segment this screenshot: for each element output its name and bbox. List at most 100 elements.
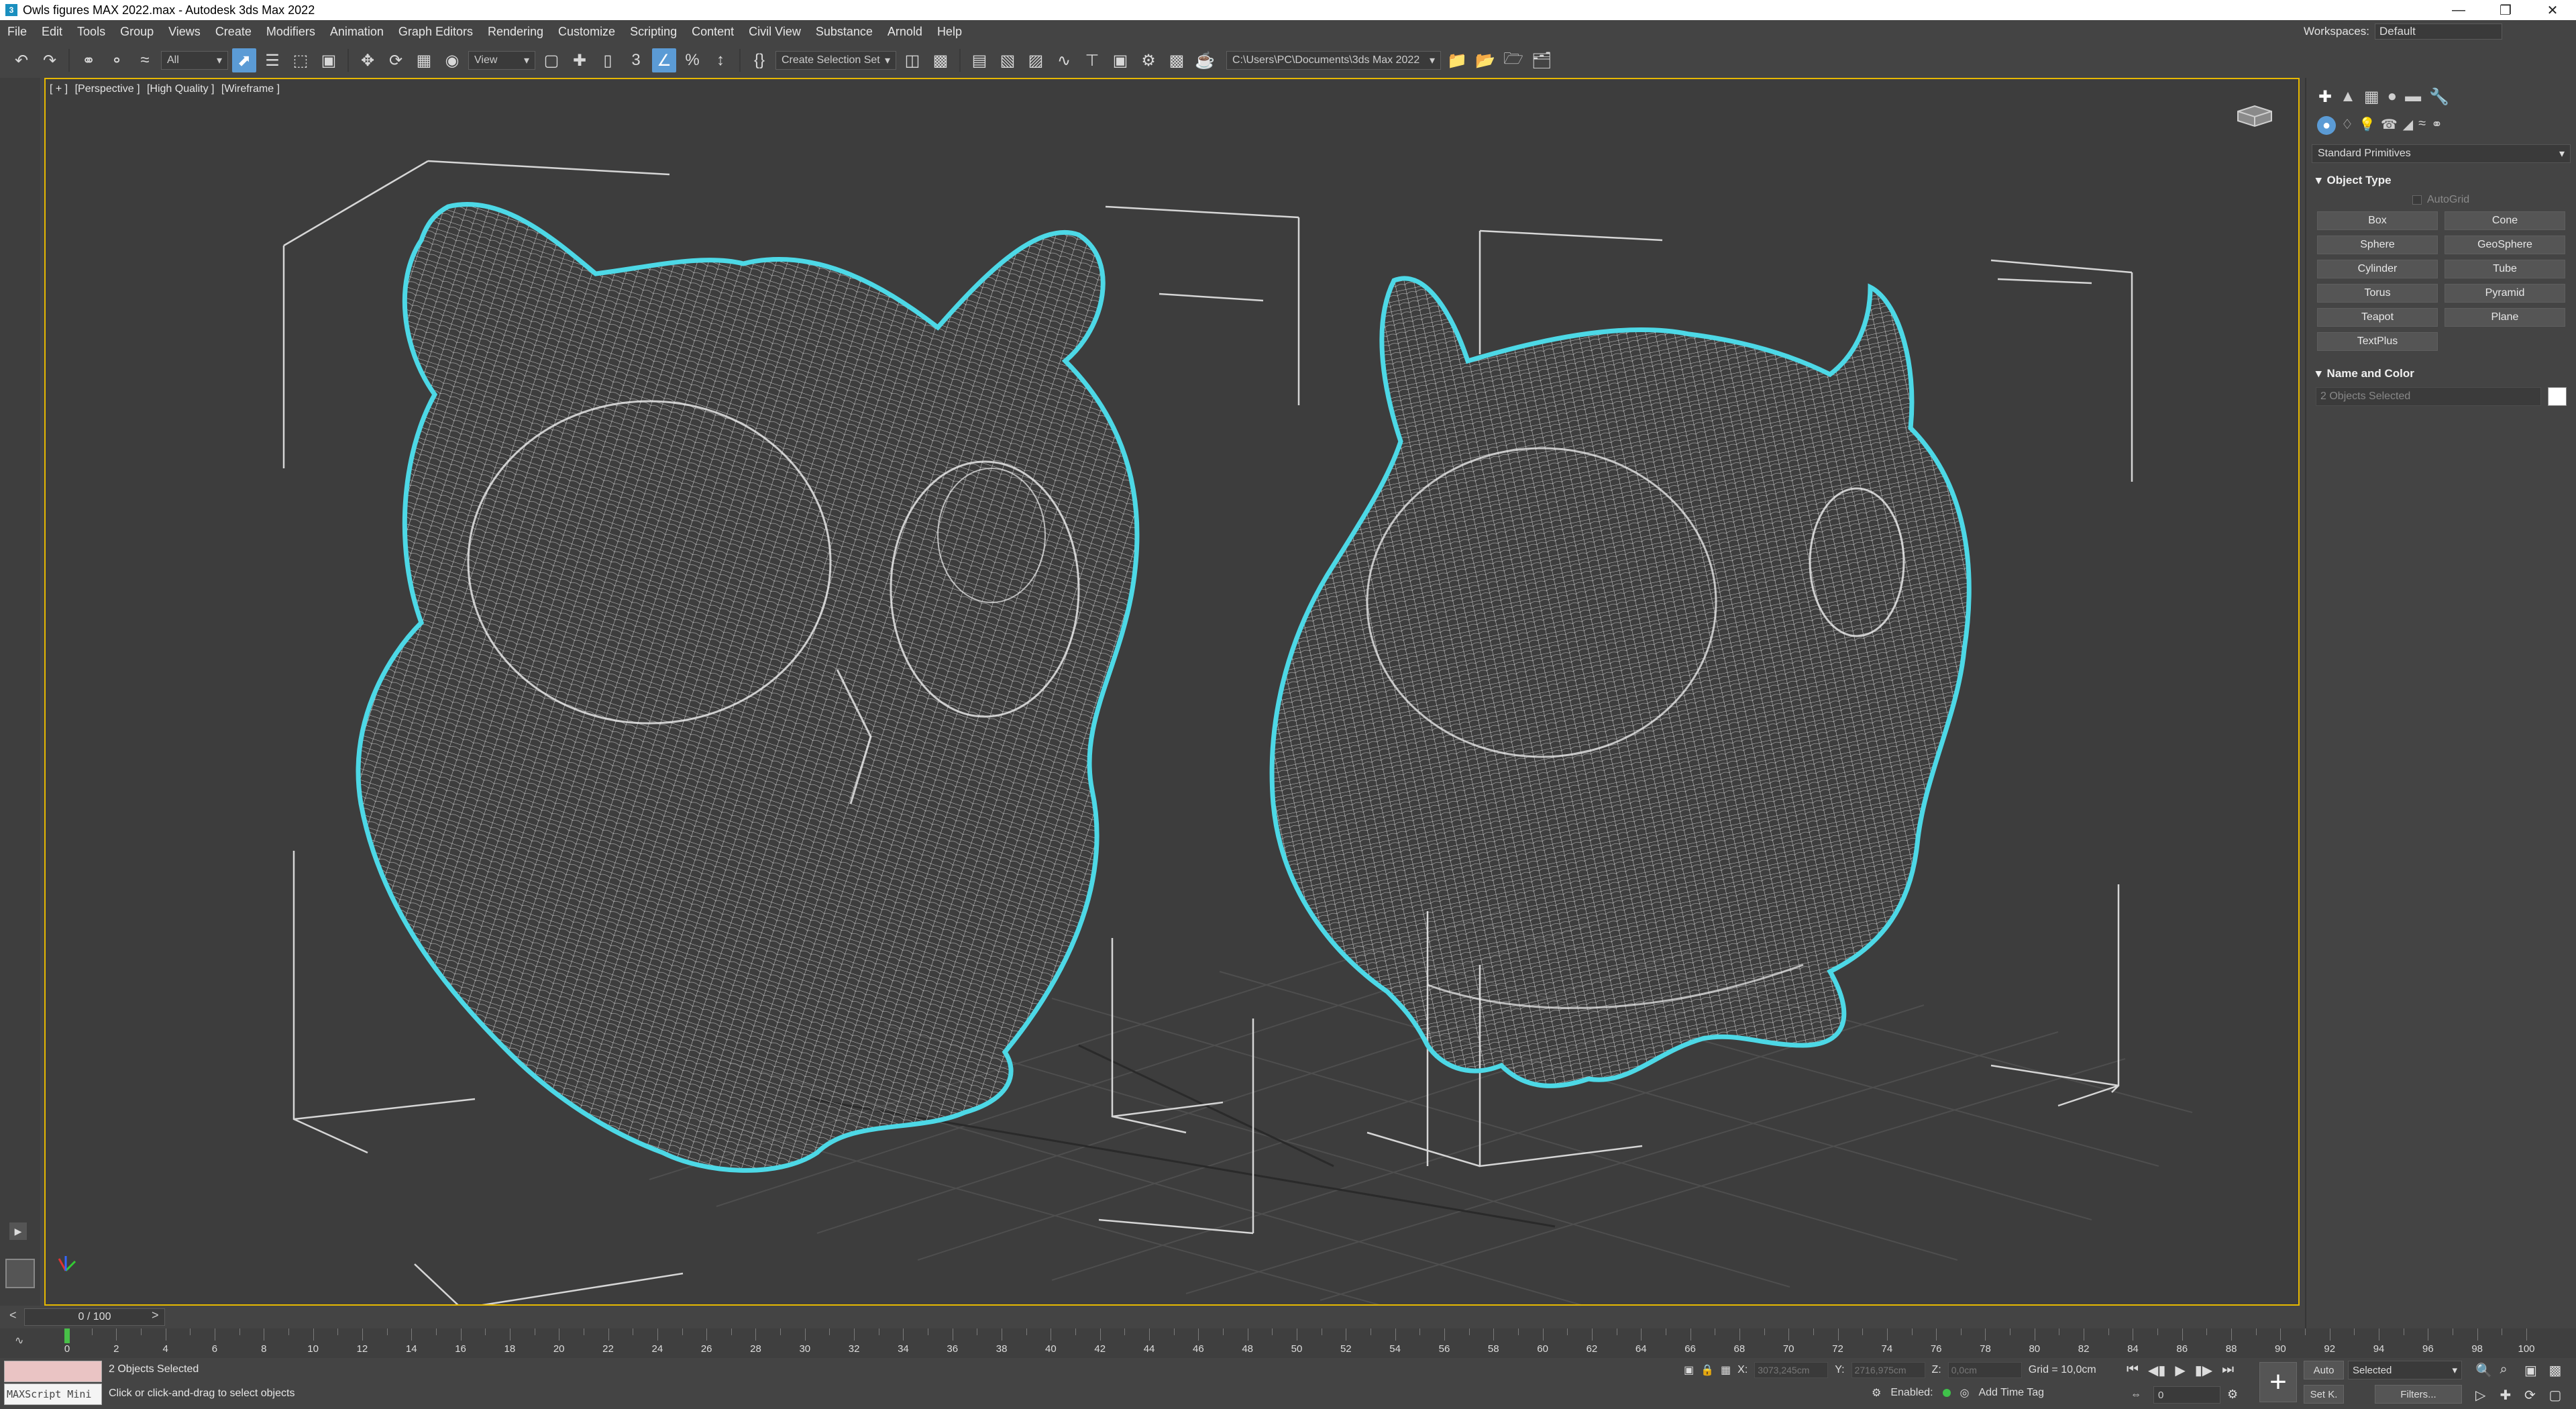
snaps-toggle-icon[interactable]: 3 bbox=[624, 48, 648, 72]
keyboard-shortcut-override-icon[interactable]: ▯ bbox=[596, 48, 620, 72]
isolate-selection-icon[interactable]: ▣ bbox=[1684, 1363, 1694, 1377]
pyramid-button[interactable]: Pyramid bbox=[2445, 284, 2565, 303]
spinner-snap-icon[interactable]: ↕ bbox=[708, 48, 733, 72]
select-object-icon[interactable]: ⬈ bbox=[232, 48, 256, 72]
scale-icon[interactable]: ▦ bbox=[412, 48, 436, 72]
utilities-tab-icon[interactable]: 🔧 bbox=[2429, 87, 2449, 107]
display-tab-icon[interactable]: ▬ bbox=[2405, 87, 2421, 107]
maxscript-input[interactable]: MAXScript Mini bbox=[4, 1384, 102, 1405]
menu-file[interactable]: File bbox=[0, 25, 34, 39]
key-mode-icon[interactable]: ⇔ bbox=[2131, 1389, 2141, 1401]
menu-customize[interactable]: Customize bbox=[551, 25, 623, 39]
play-icon[interactable]: ▶ bbox=[2175, 1362, 2185, 1379]
pan-icon[interactable]: ✚ bbox=[2500, 1387, 2521, 1404]
scene-explorer-icon[interactable]: ▤ bbox=[967, 48, 991, 72]
textplus-button[interactable]: TextPlus bbox=[2317, 332, 2438, 351]
ribbon-toggle-icon[interactable]: ▨ bbox=[1024, 48, 1048, 72]
key-filter-selection-dropdown[interactable]: Selected ▾ bbox=[2348, 1361, 2462, 1379]
perspective-viewport[interactable]: [ + ] [Perspective ] [High Quality ] [Wi… bbox=[44, 78, 2300, 1306]
track-bar[interactable]: ∿ 0 2 4 6 8 10 12 14 16 18 20 22 24 26 28 30 32 34 36 38 40 4… bbox=[0, 1328, 2576, 1358]
time-slider[interactable]: 0 / 100 bbox=[24, 1308, 165, 1326]
named-selection-sets-dropdown[interactable]: Create Selection Set ▾ bbox=[775, 51, 896, 70]
select-by-name-icon[interactable]: ☰ bbox=[260, 48, 284, 72]
primitive-category-dropdown[interactable]: Standard Primitives ▾ bbox=[2312, 144, 2571, 163]
menu-tools[interactable]: Tools bbox=[70, 25, 113, 39]
close-icon[interactable]: ✕ bbox=[2529, 0, 2576, 20]
cone-button[interactable]: Cone bbox=[2445, 211, 2565, 230]
menu-substance[interactable]: Substance bbox=[808, 25, 880, 39]
menu-modifiers[interactable]: Modifiers bbox=[259, 25, 323, 39]
percent-snap-icon[interactable]: % bbox=[680, 48, 704, 72]
project-folder-icon[interactable]: 📁 bbox=[1445, 48, 1469, 72]
set-key-button[interactable]: Set K. bbox=[2304, 1385, 2344, 1404]
pivot-center-icon[interactable]: ▢ bbox=[539, 48, 564, 72]
auto-key-button[interactable]: Auto bbox=[2304, 1361, 2344, 1379]
absolute-mode-icon[interactable]: ▦ bbox=[1721, 1363, 1731, 1377]
time-slider-next[interactable]: > bbox=[152, 1308, 159, 1322]
viewport-general-menu[interactable]: [ + ] bbox=[50, 83, 68, 95]
previous-frame-icon[interactable]: ◀▮ bbox=[2148, 1362, 2165, 1379]
object-name-field[interactable]: 2 Objects Selected bbox=[2316, 387, 2541, 406]
space-warps-category-icon[interactable]: ≈ bbox=[2418, 116, 2426, 135]
menu-edit[interactable]: Edit bbox=[34, 25, 70, 39]
object-color-swatch[interactable] bbox=[2548, 387, 2567, 406]
align-icon[interactable]: ▩ bbox=[928, 48, 953, 72]
teapot-button[interactable]: Teapot bbox=[2317, 308, 2438, 327]
object-type-rollout-header[interactable]: ▾ Object Type bbox=[2312, 170, 2571, 191]
owl-right-wireframe[interactable] bbox=[1269, 276, 1972, 1088]
go-to-end-icon[interactable]: ⏭ bbox=[2222, 1362, 2234, 1379]
menu-civil-view[interactable]: Civil View bbox=[741, 25, 808, 39]
select-manipulate-icon[interactable]: ✚ bbox=[568, 48, 592, 72]
viewport-layout-icon[interactable] bbox=[5, 1259, 35, 1288]
x-coordinate-field[interactable]: 3073,245cm bbox=[1754, 1362, 1829, 1378]
reference-coordinate-dropdown[interactable]: View ▾ bbox=[468, 51, 535, 70]
maximize-viewport-icon[interactable]: ▢ bbox=[2549, 1387, 2570, 1404]
motion-tab-icon[interactable]: ● bbox=[2387, 87, 2398, 107]
menu-help[interactable]: Help bbox=[930, 25, 969, 39]
geosphere-button[interactable]: GeoSphere bbox=[2445, 236, 2565, 254]
open-folder-icon[interactable]: 📂 bbox=[1473, 48, 1497, 72]
undo-icon[interactable]: ↶ bbox=[9, 48, 34, 72]
place-icon[interactable]: ◉ bbox=[440, 48, 464, 72]
add-time-tag-button[interactable]: Add Time Tag bbox=[1978, 1387, 2044, 1399]
recent-folder-icon[interactable]: 🗁 bbox=[1501, 48, 1525, 72]
sphere-button[interactable]: Sphere bbox=[2317, 236, 2438, 254]
link-icon[interactable]: ⚭ bbox=[76, 48, 101, 72]
project-folder-dropdown[interactable]: C:\Users\PC\Documents\3ds Max 2022 ▾ bbox=[1226, 51, 1441, 70]
restore-icon[interactable]: ❐ bbox=[2482, 0, 2529, 20]
time-tag-icon[interactable]: ◎ bbox=[1960, 1386, 1970, 1400]
menu-rendering[interactable]: Rendering bbox=[480, 25, 551, 39]
go-to-start-icon[interactable]: ⏮ bbox=[2127, 1362, 2139, 1379]
rectangular-selection-icon[interactable]: ⬚ bbox=[288, 48, 313, 72]
zoom-extents-icon[interactable]: ▣ bbox=[2524, 1362, 2545, 1379]
track-bar-ruler[interactable]: 0 2 4 6 8 10 12 14 16 18 20 22 24 26 28 30 32 34 36 38 40 42 4… bbox=[64, 1328, 2535, 1358]
helpers-category-icon[interactable]: ◢ bbox=[2403, 116, 2413, 135]
lights-category-icon[interactable]: 💡 bbox=[2359, 116, 2375, 135]
viewport-point-of-view-menu[interactable]: [Perspective ] bbox=[75, 83, 140, 95]
menu-group[interactable]: Group bbox=[113, 25, 161, 39]
mirror-icon[interactable]: ◫ bbox=[900, 48, 924, 72]
box-button[interactable]: Box bbox=[2317, 211, 2438, 230]
menu-graph-editors[interactable]: Graph Editors bbox=[391, 25, 480, 39]
time-config-icon[interactable]: ⚙ bbox=[2227, 1388, 2238, 1402]
shapes-category-icon[interactable]: ♢ bbox=[2341, 116, 2353, 135]
minimize-icon[interactable]: — bbox=[2435, 0, 2482, 20]
expand-arrow-icon[interactable]: ▶ bbox=[9, 1222, 27, 1240]
zoom-all-icon[interactable]: ⌕ bbox=[2500, 1362, 2521, 1379]
schematic-view-icon[interactable]: ⊤ bbox=[1080, 48, 1104, 72]
viewcube-icon[interactable] bbox=[2231, 102, 2278, 129]
selection-filter-dropdown[interactable]: All ▾ bbox=[161, 51, 228, 70]
tube-button[interactable]: Tube bbox=[2445, 260, 2565, 278]
time-slider-prev[interactable]: < bbox=[9, 1308, 17, 1322]
bind-space-warp-icon[interactable]: ≈ bbox=[133, 48, 157, 72]
rendered-frame-window-icon[interactable]: ▩ bbox=[1165, 48, 1189, 72]
menu-create[interactable]: Create bbox=[208, 25, 259, 39]
current-frame-field[interactable]: 0 bbox=[2153, 1386, 2220, 1404]
curve-editor-toggle-icon[interactable]: ∿ bbox=[15, 1334, 23, 1347]
menu-animation[interactable]: Animation bbox=[323, 25, 391, 39]
adaptive-degradation-icon[interactable]: ⚙ bbox=[1872, 1386, 1881, 1400]
rotate-icon[interactable]: ⟳ bbox=[384, 48, 408, 72]
menu-content[interactable]: Content bbox=[684, 25, 741, 39]
autogrid-checkbox[interactable]: AutoGrid bbox=[2312, 191, 2571, 211]
unlink-icon[interactable]: ⚬ bbox=[105, 48, 129, 72]
